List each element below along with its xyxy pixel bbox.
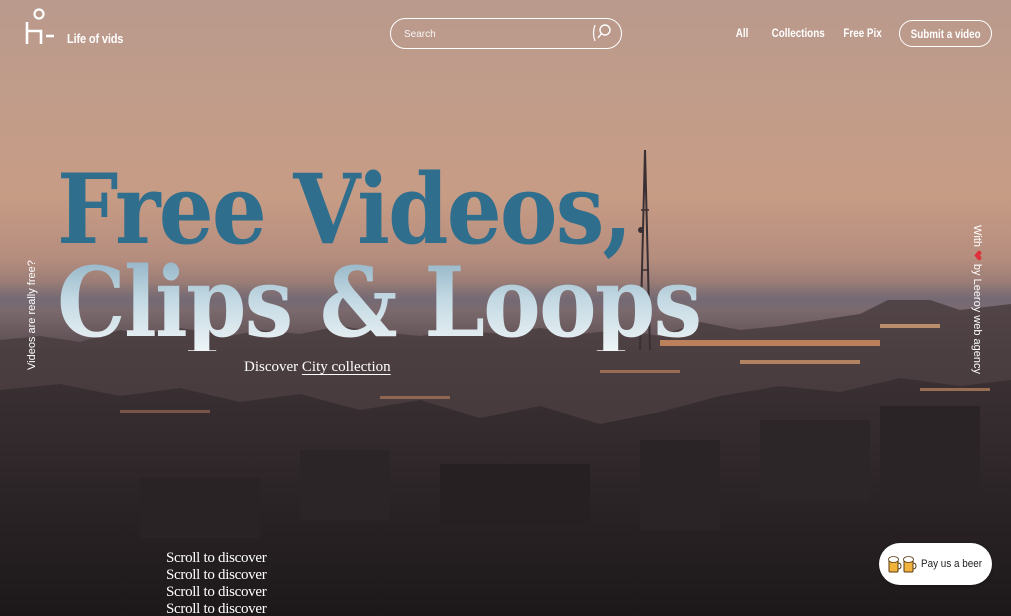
logo-person-icon xyxy=(25,8,54,44)
submit-video-label: Submit a video xyxy=(910,26,981,41)
hero-title-line-1: Free Videos, xyxy=(57,153,633,266)
hero-title-line-2: Clips & Loops xyxy=(57,246,702,359)
scroll-line: Scroll to discover xyxy=(166,550,267,566)
heart-icon: ❤ xyxy=(970,250,985,261)
pay-us-a-beer-button[interactable]: Pay us a beer xyxy=(879,543,992,585)
search-input[interactable] xyxy=(404,25,584,43)
search-box xyxy=(390,18,622,49)
credit-prefix: With xyxy=(971,225,983,247)
scroll-line: Scroll to discover xyxy=(166,567,267,583)
scroll-line: Scroll to discover xyxy=(166,601,267,616)
agency-credit[interactable]: With ❤ by Leeroy web agency xyxy=(969,225,985,374)
credit-suffix: by Leeroy web agency xyxy=(971,263,983,374)
beer-mug-icon xyxy=(903,556,917,573)
main-nav: All Collections Free Pix xyxy=(733,26,882,40)
scroll-to-discover[interactable]: Scroll to discover Scroll to discover Sc… xyxy=(166,550,267,616)
beer-button-label: Pay us a beer xyxy=(921,558,983,570)
discover-suffix[interactable]: collection xyxy=(328,359,391,375)
city-collection-link[interactable]: City xyxy=(302,359,328,375)
submit-video-button[interactable]: Submit a video xyxy=(899,20,992,47)
scroll-line: Scroll to discover xyxy=(166,584,267,600)
beer-icons xyxy=(888,555,917,573)
discover-prefix: Discover xyxy=(244,359,302,375)
brand-logo[interactable]: Life of vids xyxy=(24,8,133,46)
search-icon[interactable] xyxy=(591,22,615,44)
hero-section: Life of vids All Collections Free Pix Su… xyxy=(0,0,1011,616)
brand-name: Life of vids xyxy=(67,31,124,46)
nav-free-pix[interactable]: Free Pix xyxy=(844,26,882,40)
nav-collections[interactable]: Collections xyxy=(771,26,824,40)
discover-collection: Discover City collection xyxy=(244,359,391,376)
nav-all[interactable]: All xyxy=(736,26,749,40)
beer-mug-icon xyxy=(888,556,902,573)
free-videos-faq-link[interactable]: Videos are really free? xyxy=(26,260,38,370)
